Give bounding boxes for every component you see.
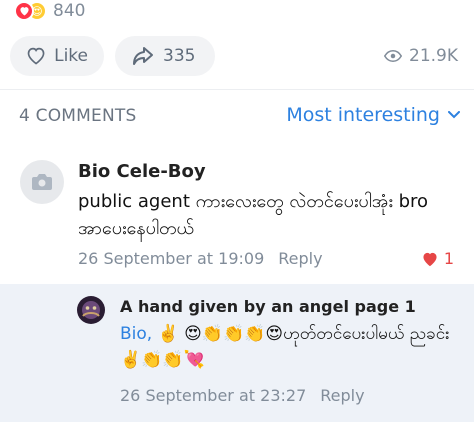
reply-body: ✌️ 😍👏👏👏😍ဟုတ်တင်ပေးပါမယ် ညခင်း✌️👏👏💘 [120,324,450,370]
heart-reaction-icon [14,1,34,21]
reply-text: Bio, ✌️ 😍👏👏👏😍ဟုတ်တင်ပေးပါမယ် ညခင်း✌️👏👏💘 [120,321,450,373]
comments-count: 4 COMMENTS [19,106,137,126]
chevron-down-icon [448,111,460,119]
avatar[interactable] [77,296,105,324]
divider [0,89,474,90]
heart-outline-icon [27,47,45,65]
views-count: 21.9K [409,46,458,66]
like-label: Like [54,46,88,66]
reply-button[interactable]: Reply [278,249,322,268]
sort-dropdown[interactable]: Most interesting [286,104,460,126]
like-button[interactable]: Like [10,36,104,76]
reply-timestamp: 26 September at 23:27 [120,386,307,405]
comment-author[interactable]: Bio Cele-Boy [78,161,206,182]
comments-header: 4 COMMENTS Most interesting [19,104,460,130]
comment-like-count: 1 [443,249,454,268]
post-actions: Like 335 21.9K [10,36,464,76]
reaction-count: 840 [53,1,86,21]
comment-like-button[interactable]: 1 [421,249,454,268]
mention-link[interactable]: Bio, [120,324,152,344]
eye-icon [384,49,402,63]
comment: Bio Cele-Boy public agent ကားလေးတွေ လဲတင… [0,152,474,280]
sort-label: Most interesting [286,104,440,126]
reply-button[interactable]: Reply [320,386,364,405]
camera-icon [32,174,52,190]
avatar[interactable] [20,160,64,204]
share-arrow-icon [133,47,153,65]
share-count: 335 [163,46,196,66]
comment-meta: 26 September at 19:09 Reply [78,249,323,268]
share-button[interactable]: 335 [115,36,215,76]
reply-meta: 26 September at 23:27 Reply [120,386,365,405]
reaction-icons: 😍 [14,1,47,21]
comment-text: public agent ကားလေးတွေ လဲတင်ပေးပါအုံး br… [78,191,429,239]
reply-author[interactable]: A hand given by an angel page 1 [120,297,416,316]
reactions-summary[interactable]: 😍 840 [14,0,85,22]
views-counter: 21.9K [384,36,458,76]
reply-thread: A hand given by an angel page 1 Bio, ✌️ … [0,284,474,422]
comment-timestamp: 26 September at 19:09 [78,249,265,268]
heart-icon [423,252,437,266]
